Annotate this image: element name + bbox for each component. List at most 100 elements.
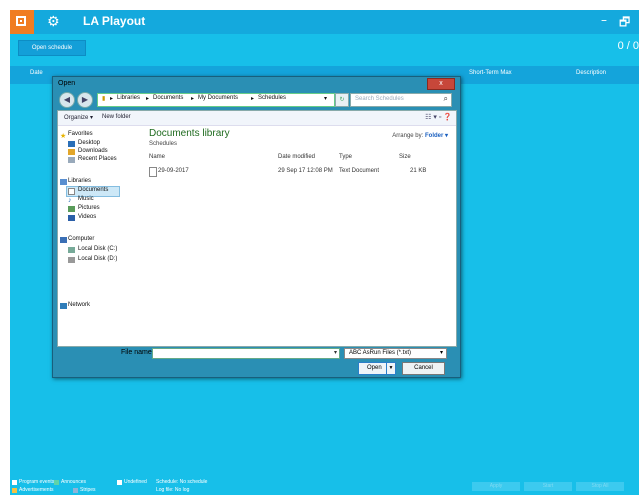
disk-d-icon — [68, 257, 75, 263]
app-title: LA Playout — [83, 14, 146, 28]
computer-icon — [60, 237, 67, 243]
dialog-footer: File name: ▾ ABC AsRun Files (*.txt) ▾ Op… — [57, 346, 455, 376]
libraries-icon — [60, 179, 67, 185]
nav-recent-places[interactable]: Recent Places — [78, 156, 117, 162]
search-icon: ⌕ — [443, 94, 448, 103]
back-icon[interactable]: ◀ — [59, 92, 75, 108]
recent-places-icon — [68, 157, 75, 163]
music-icon: ♪ — [68, 197, 72, 204]
library-title: Documents library — [149, 128, 230, 139]
dialog-title: Open — [58, 80, 76, 87]
event-counter: 0 / 0 — [617, 40, 639, 52]
stop-all-button[interactable]: Stop All — [576, 482, 624, 491]
open-schedule-button[interactable]: Open schedule — [18, 40, 86, 56]
library-subtitle: Schedules — [149, 141, 178, 147]
address-row: ◀ ▶ ▮ ▸ Libraries ▸ Documents ▸ My Docum… — [57, 90, 455, 109]
arrange-value[interactable]: Folder ▾ — [425, 133, 448, 139]
header-name[interactable]: Name — [149, 154, 165, 160]
file-size: 21 KB — [410, 168, 427, 174]
legend-swatch-program — [12, 480, 17, 485]
file-name-dropdown-icon[interactable]: ▾ — [334, 349, 337, 356]
open-button[interactable]: Open ▼ — [358, 362, 396, 375]
navigation-pane: ★ Favorites Desktop Downloads Recent Pla… — [58, 126, 142, 346]
address-bar[interactable]: ▮ ▸ Libraries ▸ Documents ▸ My Documents… — [97, 93, 335, 107]
videos-icon — [68, 215, 75, 221]
header-size[interactable]: Size — [399, 154, 411, 160]
breadcrumb-schedules[interactable]: Schedules — [258, 95, 286, 101]
nav-videos[interactable]: Videos — [78, 214, 96, 220]
refresh-icon[interactable]: ↻ — [335, 93, 349, 107]
text-file-icon — [149, 167, 157, 177]
nav-documents[interactable]: Documents — [78, 187, 108, 193]
documents-icon — [68, 188, 75, 195]
toolbar: Open schedule 0 / 0 — [10, 34, 639, 59]
file-type: Text Document — [339, 168, 380, 174]
legend-swatch-stripes — [73, 488, 78, 493]
apply-button[interactable]: Apply — [472, 482, 520, 491]
start-button[interactable]: Start — [524, 482, 572, 491]
legend-swatch-undefined — [117, 480, 122, 485]
app-logo-button[interactable] — [10, 10, 34, 34]
arrange-label: Arrange by: — [392, 133, 424, 139]
file-list-pane: Documents library Schedules Arrange by: … — [144, 126, 456, 346]
chevron-down-icon: ▾ — [439, 350, 443, 356]
nav-local-disk-d[interactable]: Local Disk (D:) — [78, 256, 117, 262]
view-options-icon[interactable]: ☷ ▾ ▫ ❓ — [425, 113, 452, 121]
legend-program-events: Program events — [19, 479, 55, 485]
gear-icon[interactable]: ⚙ — [47, 13, 60, 31]
nav-pictures[interactable]: Pictures — [78, 205, 100, 211]
file-name-label: File name: — [121, 349, 154, 356]
col-date[interactable]: Date — [30, 70, 43, 76]
legend-swatch-ads — [12, 488, 17, 493]
new-folder-button[interactable]: New folder — [102, 114, 131, 120]
dialog-body: Organize ▾ New folder ☷ ▾ ▫ ❓ ★ Favorite… — [57, 110, 457, 347]
minimize-button[interactable]: – — [601, 13, 607, 27]
file-date: 29 Sep 17 12:08 PM — [278, 168, 333, 174]
file-type-value: ABC AsRun Files (*.txt) — [349, 350, 412, 356]
col-short-term-max[interactable]: Short-Term Max — [469, 70, 512, 76]
legend-swatch-announces — [54, 480, 59, 485]
open-label: Open — [367, 365, 382, 371]
col-description[interactable]: Description — [576, 70, 606, 76]
file-name-input[interactable]: ▾ — [152, 348, 340, 359]
file-type-select[interactable]: ABC AsRun Files (*.txt) ▾ — [344, 348, 447, 359]
search-placeholder: Search Schedules — [355, 96, 404, 102]
title-bar: ⚙ LA Playout – 🗗 — [10, 10, 639, 34]
nav-music[interactable]: Music — [78, 196, 94, 202]
organize-button[interactable]: Organize ▾ — [64, 114, 93, 121]
desktop-icon — [68, 141, 75, 147]
network-icon — [60, 303, 67, 309]
cancel-button[interactable]: Cancel — [402, 362, 445, 375]
header-date-modified[interactable]: Date modified — [278, 154, 315, 160]
breadcrumb-libraries[interactable]: Libraries — [117, 95, 140, 101]
restore-button[interactable]: 🗗 — [619, 13, 630, 34]
breadcrumb-documents[interactable]: Documents — [153, 95, 183, 101]
search-box[interactable]: Search Schedules ⌕ — [350, 93, 452, 107]
schedule-status: Schedule: No schedule — [156, 479, 208, 485]
open-split-arrow-icon[interactable]: ▼ — [386, 363, 395, 374]
header-type[interactable]: Type — [339, 154, 352, 160]
legend-announces: Announces — [61, 479, 87, 485]
star-icon: ★ — [60, 133, 67, 140]
legend-advertisements: Advertisements — [19, 487, 54, 493]
nav-libraries[interactable]: Libraries — [68, 178, 91, 184]
breadcrumb-my-documents[interactable]: My Documents — [198, 95, 238, 101]
nav-favorites[interactable]: Favorites — [68, 131, 93, 137]
logo-icon — [16, 16, 26, 26]
disk-c-icon — [68, 247, 75, 253]
nav-local-disk-c[interactable]: Local Disk (C:) — [78, 246, 117, 252]
nav-network[interactable]: Network — [68, 302, 90, 308]
dialog-close-button[interactable]: x — [427, 78, 455, 90]
nav-computer[interactable]: Computer — [68, 236, 94, 242]
open-file-dialog: Open x ◀ ▶ ▮ ▸ Libraries ▸ Documents ▸ M… — [52, 76, 461, 378]
folder-icon: ▮ — [102, 96, 106, 102]
nav-desktop[interactable]: Desktop — [78, 140, 100, 146]
address-dropdown-icon[interactable]: ▾ — [324, 95, 327, 102]
nav-downloads[interactable]: Downloads — [78, 148, 108, 154]
downloads-icon — [68, 149, 75, 155]
file-name[interactable]: 29-09-2017 — [158, 168, 189, 174]
legend-stripes: Stripes — [80, 487, 96, 493]
legend-undefined: Undefined — [124, 479, 147, 485]
arrange-by[interactable]: Arrange by: Folder ▾ — [392, 132, 448, 139]
forward-icon[interactable]: ▶ — [77, 92, 93, 108]
